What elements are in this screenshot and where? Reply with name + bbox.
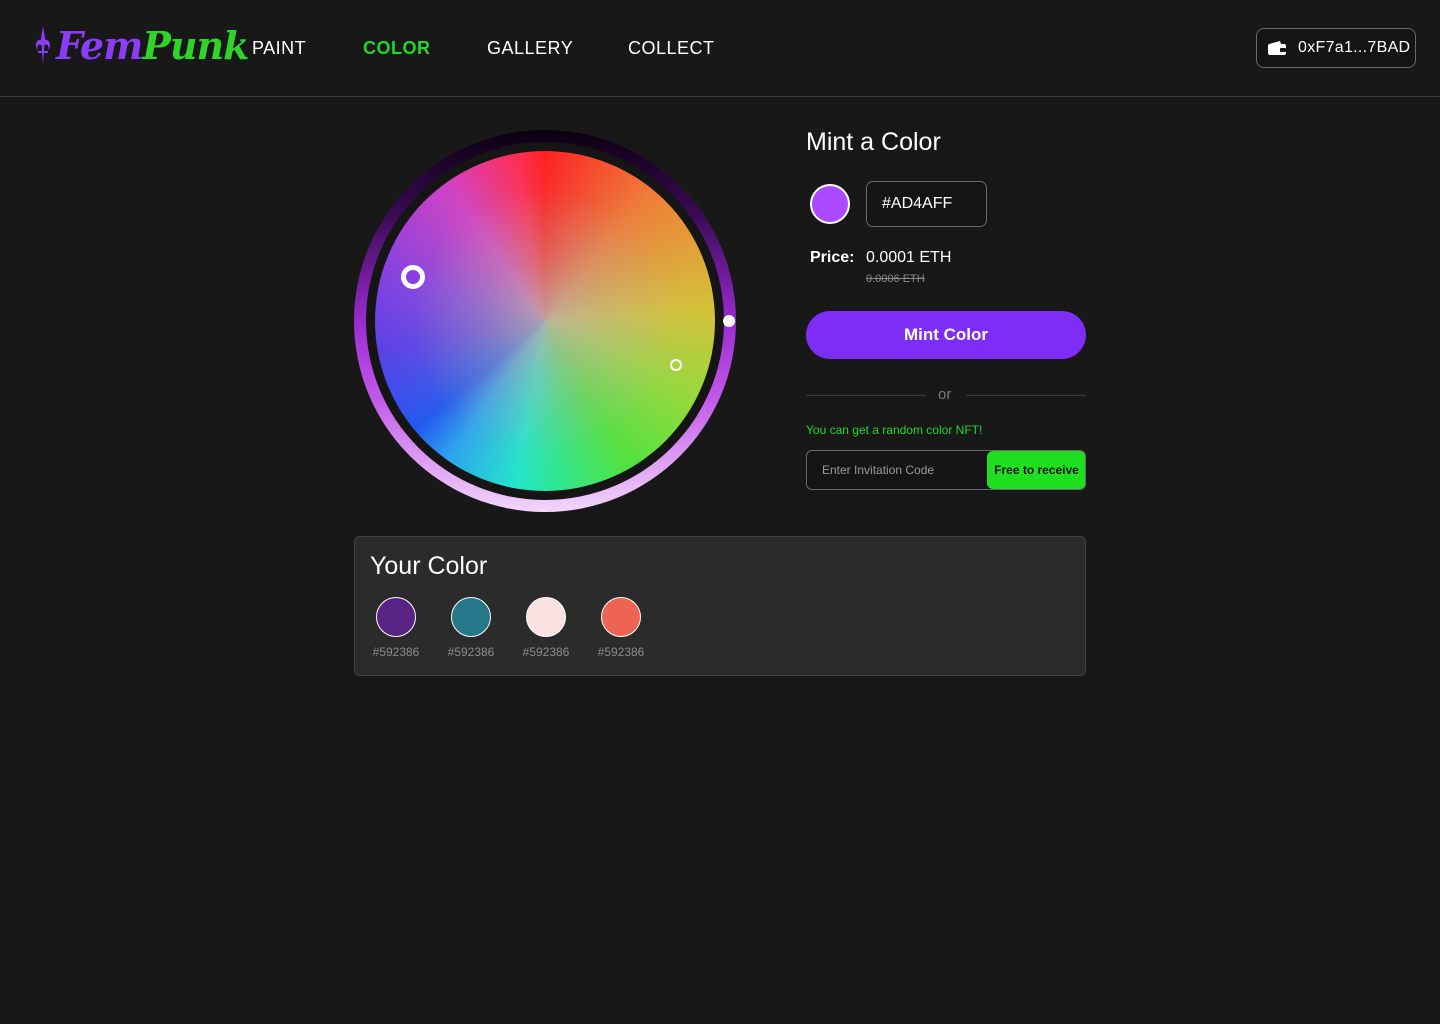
selected-color-swatch [810, 184, 850, 224]
owned-color-hex: #592386 [447, 645, 495, 659]
your-color-panel: Your Color #592386 #592386 #592386 #5923… [354, 536, 1086, 676]
invitation-code-input[interactable] [807, 451, 987, 489]
owned-color-swatch [451, 597, 491, 637]
owned-color-swatch [601, 597, 641, 637]
your-color-title: Your Color [370, 552, 488, 580]
random-color-hint: You can get a random color NFT! [806, 423, 983, 437]
owned-color-swatch [526, 597, 566, 637]
wallet-address: 0xF7a1...7BAD [1298, 39, 1411, 56]
divider-left [806, 395, 926, 396]
price-value: 0.0001 ETH [866, 249, 952, 266]
logo-text-fem: Fem [56, 22, 143, 68]
owned-color-item[interactable]: #592386 [519, 597, 573, 659]
owned-color-item[interactable]: #592386 [444, 597, 498, 659]
original-price: 0.0006 ETH [866, 273, 925, 285]
top-header: Fem Punk PAINT COLOR GALLERY COLLECT 0xF… [0, 0, 1440, 97]
fleur-logo-icon [35, 26, 51, 64]
brightness-handle[interactable] [723, 315, 735, 327]
nav-item-collect[interactable]: COLLECT [628, 38, 715, 59]
mint-color-button[interactable]: Mint Color [806, 311, 1086, 359]
hex-color-input[interactable] [866, 181, 987, 227]
color-wheel[interactable] [354, 130, 736, 512]
secondary-picker-handle[interactable] [670, 359, 682, 371]
color-picker-handle[interactable] [401, 265, 425, 289]
wallet-icon [1268, 41, 1286, 55]
owned-color-hex: #592386 [597, 645, 645, 659]
logo-text-punk: Punk [142, 22, 249, 68]
hue-disc[interactable] [375, 151, 715, 491]
nav-item-paint[interactable]: PAINT [252, 38, 306, 59]
owned-color-item[interactable]: #592386 [369, 597, 423, 659]
mint-title: Mint a Color [806, 128, 941, 156]
owned-color-swatch [376, 597, 416, 637]
nav-item-color[interactable]: COLOR [363, 38, 431, 59]
divider-right [966, 395, 1086, 396]
owned-color-hex: #592386 [372, 645, 420, 659]
wallet-button[interactable]: 0xF7a1...7BAD [1256, 28, 1416, 68]
owned-color-hex: #592386 [522, 645, 570, 659]
owned-color-item[interactable]: #592386 [594, 597, 648, 659]
price-label: Price: [810, 249, 855, 266]
invitation-code-box: Free to receive [806, 450, 1086, 490]
free-to-receive-button[interactable]: Free to receive [987, 451, 1085, 489]
nav-item-gallery[interactable]: GALLERY [487, 38, 573, 59]
fempunk-logo[interactable]: Fem Punk [32, 22, 249, 68]
divider-or: or [938, 386, 952, 403]
